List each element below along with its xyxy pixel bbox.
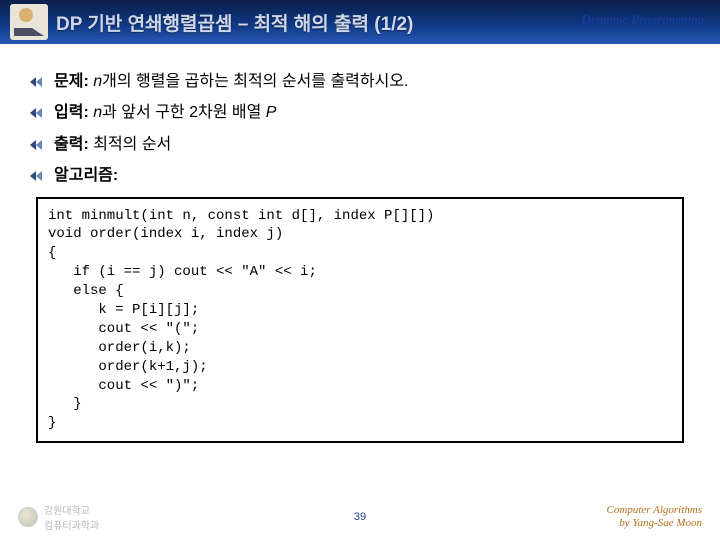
bullet-output: 출력: 최적의 순서 (28, 134, 692, 156)
text: 최적의 순서 (89, 136, 172, 153)
var-n: n (93, 73, 102, 90)
bullet-input: 입력: n과 앞서 구한 2차원 배열 P (28, 102, 692, 124)
bullet-algorithm: 알고리즘: (28, 165, 692, 187)
code-block: int minmult(int n, const int d[], index … (36, 197, 684, 444)
person-icon (10, 4, 48, 40)
credit-line1: Computer Algorithms (607, 504, 702, 517)
university-seal-icon (18, 507, 38, 527)
label: 알고리즘: (54, 167, 118, 184)
slide-body: 문제: n개의 행렬을 곱하는 최적의 순서를 출력하시오. 입력: n과 앞서… (0, 44, 720, 443)
label: 출력: (54, 136, 89, 153)
text: 개의 행렬을 곱하는 최적의 순서를 출력하시오. (102, 73, 408, 90)
footer: 강원대학교 컴퓨터과학과 39 Computer Algorithms by Y… (0, 502, 720, 532)
bullet-icon (28, 169, 46, 183)
bullet-icon (28, 106, 46, 120)
logo-text: 강원대학교 컴퓨터과학과 (44, 502, 99, 532)
footer-logo: 강원대학교 컴퓨터과학과 (18, 502, 99, 532)
bullet-icon (28, 138, 46, 152)
slide-title: DP 기반 연쇄행렬곱셈 – 최적 해의 출력 (1/2) (56, 9, 413, 36)
label: 입력: (54, 104, 89, 121)
title-bar: DP 기반 연쇄행렬곱셈 – 최적 해의 출력 (1/2) Dynamic Pr… (0, 0, 720, 44)
bullet-problem: 문제: n개의 행렬을 곱하는 최적의 순서를 출력하시오. (28, 71, 692, 93)
bullet-icon (28, 75, 46, 89)
page-number: 39 (354, 511, 366, 523)
subject-label: Dynamic Programming (581, 12, 704, 28)
text: 과 앞서 구한 2차원 배열 (102, 104, 266, 121)
var-n: n (93, 104, 102, 121)
label: 문제: (54, 73, 89, 90)
footer-credit: Computer Algorithms by Yang-Sae Moon (607, 504, 702, 529)
credit-line2: by Yang-Sae Moon (607, 517, 702, 530)
var-P: P (266, 104, 277, 121)
